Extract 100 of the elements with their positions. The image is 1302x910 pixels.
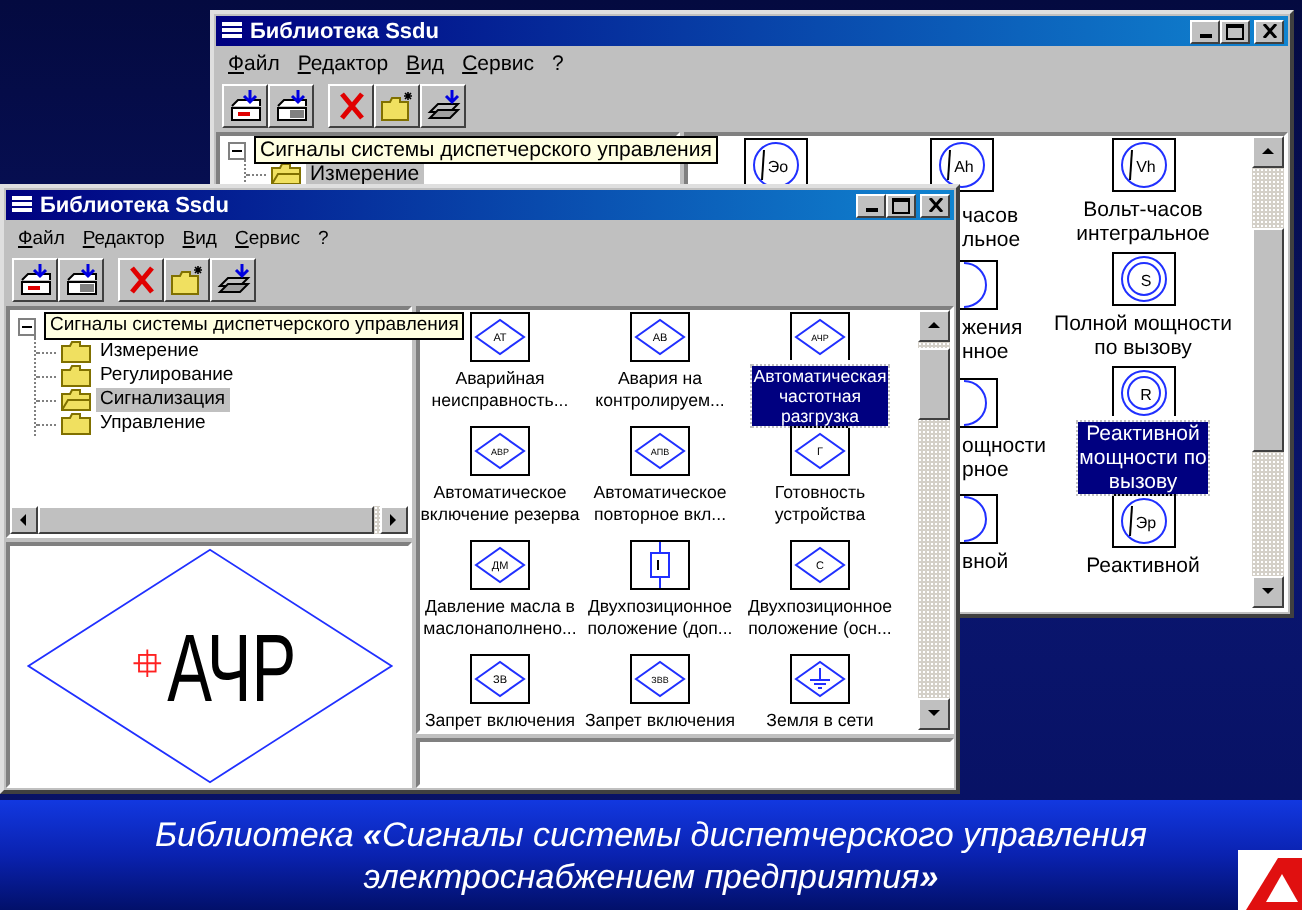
import-button[interactable] — [222, 84, 268, 128]
symbol-name[interactable]: ощности рное — [960, 433, 1049, 481]
arrow-right-icon — [386, 512, 402, 528]
minimize-button[interactable] — [1190, 19, 1220, 43]
menu-item[interactable]: Вид — [406, 52, 445, 76]
scrollbar-thumb[interactable] — [918, 348, 950, 420]
tray-arrow-icon — [63, 262, 99, 298]
close-button[interactable] — [1254, 19, 1284, 43]
new-folder-button[interactable] — [164, 258, 210, 302]
symbol-name[interactable]: Авария на контролируем... — [593, 368, 727, 410]
symbol-name[interactable]: Земля в сети — [764, 710, 876, 730]
symbol-name[interactable]: часов льное — [960, 204, 1023, 252]
ground-symbol-icon — [790, 654, 850, 704]
arrow-up-icon — [926, 318, 942, 334]
delete-button[interactable] — [118, 258, 164, 302]
symbol-name[interactable]: Полной мощности по вызову — [1052, 312, 1234, 360]
tree-item[interactable]: Измерение — [96, 340, 203, 364]
circle-fragment-icon — [960, 255, 1000, 310]
symbol-name[interactable]: Автоматическое повторное вкл... — [591, 482, 729, 524]
tree-item[interactable]: Управление — [96, 412, 210, 436]
arrow-left-icon — [16, 512, 32, 528]
caption: Библиотека «Сигналы системы диспетчерского управления электроснабжением предприятия» — [152, 813, 1150, 897]
symbol-name[interactable]: Запрет включения — [582, 710, 738, 730]
minus-icon — [232, 145, 242, 155]
delete-icon — [125, 264, 157, 296]
maximize-button[interactable] — [886, 193, 916, 217]
tooltip: Сигналы системы диспетчерского управления — [254, 136, 718, 164]
symbol-name[interactable]: Двухпозиционное положение (доп... — [585, 596, 735, 638]
stack-icon — [10, 194, 34, 216]
import-button[interactable] — [58, 258, 104, 302]
folder-icon — [60, 340, 92, 364]
window-title: Библиотека Ssdu — [40, 193, 231, 217]
menu-item[interactable]: Файл — [228, 52, 280, 76]
arrow-down-icon — [1260, 584, 1276, 600]
close-icon — [927, 198, 943, 212]
tray-arrow-icon — [425, 88, 461, 124]
delete-button[interactable] — [328, 84, 374, 128]
delete-icon — [335, 90, 367, 122]
contact-symbol-icon — [630, 540, 690, 590]
expander-toggle[interactable] — [228, 141, 246, 159]
symbol-name[interactable]: Двухпозиционное положение (осн... — [745, 596, 895, 638]
close-icon — [1261, 24, 1277, 38]
symbol-name[interactable]: вной — [960, 550, 1011, 575]
folder-icon — [60, 412, 92, 436]
menu-item[interactable]: Вид — [182, 227, 217, 249]
tray-arrow-icon — [17, 262, 53, 298]
tree-item[interactable]: Сигнализация — [96, 388, 230, 412]
folder-icon — [60, 388, 92, 412]
symbol-name[interactable]: Автоматическое включение резерва — [420, 482, 582, 524]
logo-icon — [1238, 850, 1302, 910]
symbol-name[interactable]: Готовность устройства — [772, 482, 868, 524]
maximize-button[interactable] — [1220, 19, 1250, 43]
new-folder-button[interactable] — [374, 84, 420, 128]
symbol-code: Vh — [1135, 158, 1155, 176]
menu-item[interactable]: Редактор — [82, 227, 165, 249]
maximize-icon — [1226, 23, 1244, 39]
minus-icon — [22, 321, 32, 331]
symbol-name[interactable]: Автоматическая частотная разгрузка — [751, 366, 889, 426]
menu-item[interactable]: Редактор — [297, 52, 389, 76]
symbol-name[interactable]: Реактивной мощности по вызову — [1077, 422, 1209, 494]
menu-item[interactable]: ? — [318, 227, 329, 249]
window-title: Библиотека Ssdu — [250, 19, 441, 43]
menu-item[interactable]: Сервис — [462, 52, 535, 76]
scroll-up-button[interactable] — [918, 310, 950, 342]
symbol-name[interactable]: Реактивной — [1084, 554, 1202, 578]
arrow-down-icon — [926, 706, 942, 722]
scroll-right-button[interactable] — [380, 506, 408, 534]
symbol-name[interactable]: Аварийная неисправность... — [429, 368, 571, 410]
close-button[interactable] — [920, 193, 950, 217]
export-button[interactable] — [210, 258, 256, 302]
stack-icon — [220, 20, 244, 42]
symbol-name[interactable]: жения нное — [960, 315, 1025, 364]
export-button[interactable] — [420, 84, 466, 128]
crosshair-icon — [131, 647, 162, 677]
tooltip: Сигналы системы диспетчерского управления — [44, 312, 465, 340]
symbol-code: Эр — [1134, 514, 1156, 532]
minimize-button[interactable] — [856, 193, 886, 217]
circle-fragment-icon — [960, 373, 1000, 427]
symbol-name[interactable]: Запрет включения — [422, 710, 578, 730]
scrollbar-thumb[interactable] — [1252, 228, 1284, 452]
symbol-code: Эо — [767, 158, 789, 176]
tray-arrow-icon — [215, 262, 251, 298]
menu-item[interactable]: ? — [552, 52, 564, 76]
symbol-name[interactable]: Вольт-часов интегральное — [1074, 198, 1212, 246]
scroll-up-button[interactable] — [1252, 136, 1284, 168]
scroll-down-button[interactable] — [1252, 576, 1284, 608]
maximize-icon — [892, 197, 910, 213]
tree-item[interactable]: Регулирование — [96, 364, 238, 388]
symbol-name[interactable]: Давление масла в маслонаполнено... — [421, 596, 579, 638]
scroll-down-button[interactable] — [918, 698, 950, 730]
menu-item[interactable]: Файл — [18, 227, 65, 249]
expander-toggle[interactable] — [18, 317, 36, 335]
arrow-up-icon — [1260, 144, 1276, 160]
import-button[interactable] — [12, 258, 58, 302]
import-button[interactable] — [268, 84, 314, 128]
scroll-left-button[interactable] — [10, 506, 38, 534]
tray-arrow-icon — [227, 88, 263, 124]
circle-fragment-icon — [960, 490, 1000, 545]
menu-item[interactable]: Сервис — [234, 227, 301, 249]
folder-icon — [270, 162, 302, 186]
